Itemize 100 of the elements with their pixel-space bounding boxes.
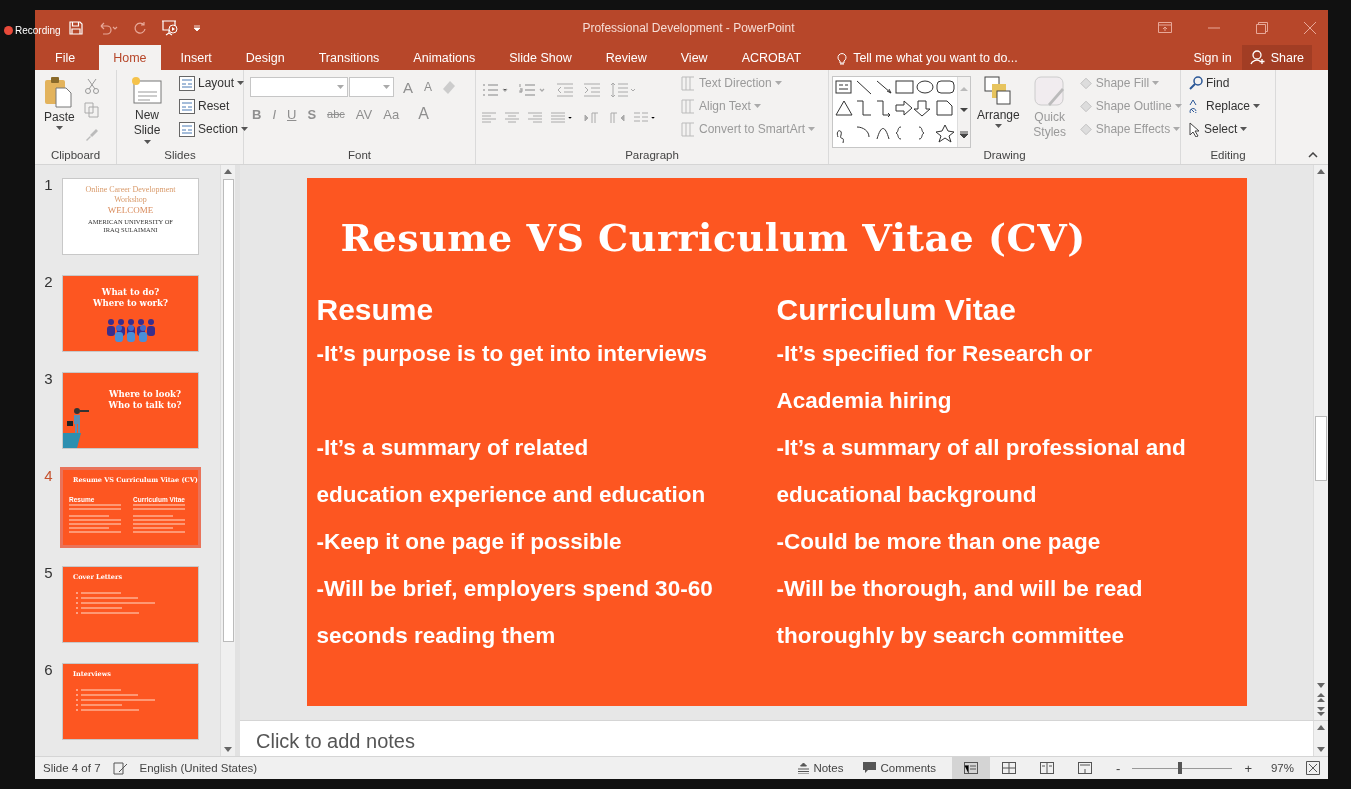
align-center-icon[interactable] — [505, 112, 519, 124]
editing-command-button[interactable]: Find — [1187, 74, 1263, 92]
font-format-button[interactable]: B — [250, 106, 264, 122]
scrollbar-thumb[interactable] — [1315, 416, 1327, 481]
normal-view-icon[interactable] — [952, 757, 991, 779]
editing-command-button[interactable]: Replace — [1187, 97, 1263, 115]
scrollbar-thumb[interactable] — [222, 179, 234, 642]
person-add-icon — [1249, 50, 1266, 65]
scroll-up-icon[interactable] — [1317, 169, 1325, 174]
ribbon-tab[interactable]: Design — [231, 45, 299, 70]
justify-icon[interactable] — [551, 112, 575, 124]
redo-icon[interactable] — [133, 20, 147, 35]
ribbon-tab[interactable]: Transitions — [304, 45, 394, 70]
new-slide-button[interactable]: New Slide — [123, 74, 171, 146]
tell-me-field[interactable]: Tell me what you want to do... — [853, 50, 1114, 65]
new-slide-icon — [131, 76, 163, 106]
font-name-field[interactable] — [250, 77, 348, 97]
scroll-down-icon[interactable] — [224, 747, 232, 752]
bullet-text: -Could be more than one page — [776, 528, 1102, 556]
ribbon-tab[interactable]: Insert — [166, 45, 226, 70]
comments-button[interactable]: Comments — [859, 762, 941, 774]
comment-icon — [863, 762, 877, 774]
slide-thumbnail[interactable]: What to do? Where to work? — [62, 275, 199, 352]
bullets-icon[interactable] — [482, 83, 510, 97]
ribbon-display-icon[interactable] — [1158, 22, 1172, 33]
slide-command-button[interactable]: Layout — [177, 74, 251, 92]
bullet-text: -Will be brief, employers spend 30-60 seconds reading them — [316, 575, 714, 650]
group-label: Paragraph — [624, 149, 680, 163]
decrease-indent-icon[interactable] — [556, 83, 574, 97]
font-format-button[interactable]: A — [416, 105, 431, 123]
scroll-down-icon[interactable] — [960, 108, 968, 114]
copy-icon[interactable] — [83, 102, 100, 118]
share-button[interactable]: Share — [1241, 45, 1312, 70]
fit-to-window-icon[interactable] — [1306, 761, 1320, 775]
cut-icon[interactable] — [83, 78, 100, 94]
align-right-icon[interactable] — [528, 112, 542, 124]
next-slide-icon[interactable] — [1317, 707, 1325, 716]
scroll-up-icon[interactable] — [1317, 725, 1325, 730]
thumbnail-subtitle: WELCOME — [107, 205, 154, 215]
font-format-button[interactable]: AV — [353, 106, 375, 122]
font-format-button[interactable]: I — [270, 106, 278, 122]
columns-icon[interactable] — [634, 112, 658, 124]
increase-indent-icon[interactable] — [583, 83, 601, 97]
restore-icon[interactable] — [1256, 21, 1268, 34]
zoom-in-button[interactable]: + — [1244, 760, 1252, 776]
presentation-icon[interactable] — [161, 19, 179, 36]
language-label[interactable]: English (United States) — [139, 762, 258, 774]
zoom-out-button[interactable]: - — [1116, 760, 1121, 776]
sign-in-link[interactable]: Sign in — [1193, 50, 1232, 65]
line-spacing-icon[interactable] — [610, 82, 638, 98]
right-to-left-icon[interactable] — [609, 112, 625, 124]
shrink-font-button[interactable]: A — [422, 80, 435, 94]
scroll-down-icon[interactable] — [1317, 683, 1325, 688]
slide-number: 1 — [43, 176, 54, 193]
ribbon-tab[interactable]: Animations — [399, 45, 490, 70]
spell-check-icon[interactable] — [112, 761, 128, 775]
save-icon[interactable] — [69, 20, 83, 35]
font-size-field[interactable] — [349, 77, 394, 97]
more-icon[interactable] — [960, 131, 968, 139]
reset-icon — [179, 98, 195, 114]
ribbon-tab[interactable]: View — [666, 45, 722, 70]
notes-button[interactable]: Notes — [794, 762, 848, 774]
caret-icon — [55, 126, 63, 130]
column-heading: Resume — [316, 292, 435, 328]
caret-icon — [237, 81, 245, 85]
left-to-right-icon[interactable] — [584, 112, 600, 124]
ribbon-tab[interactable]: Review — [591, 45, 661, 70]
scroll-down-icon[interactable] — [1317, 747, 1325, 752]
collapse-ribbon-icon[interactable] — [1308, 152, 1318, 158]
grow-font-button[interactable]: A — [401, 78, 415, 96]
notes-field[interactable]: Click to add notes — [240, 721, 1313, 756]
clipboard-icon — [44, 76, 75, 108]
arrange-button[interactable]: Arrange — [974, 74, 1023, 130]
search-icon — [1189, 76, 1203, 90]
caret-icon — [1152, 81, 1160, 85]
editing-command-button[interactable]: Select — [1187, 120, 1263, 138]
slide-number: 3 — [43, 370, 54, 387]
minimize-icon[interactable] — [1208, 26, 1220, 29]
zoom-percentage[interactable]: 97% — [1264, 762, 1294, 774]
align-left-icon[interactable] — [482, 112, 496, 124]
close-icon[interactable] — [1304, 21, 1316, 34]
ribbon-tab[interactable]: File — [35, 45, 94, 70]
zoom-slider-thumb[interactable] — [1178, 762, 1183, 774]
slide-thumbnail[interactable]: Where to look? Who to talk to? — [62, 372, 199, 449]
ribbon-tab[interactable]: Home — [99, 45, 161, 70]
ribbon-tab[interactable]: ACROBAT — [727, 45, 816, 70]
font-format-button[interactable]: abc — [325, 108, 347, 120]
paste-button[interactable]: Paste — [41, 74, 78, 132]
font-format-button[interactable]: Aa — [381, 106, 402, 122]
font-format-button[interactable]: S — [305, 106, 319, 122]
previous-slide-icon[interactable] — [1317, 693, 1325, 702]
numbering-icon[interactable] — [519, 83, 547, 97]
scroll-up-icon[interactable] — [224, 169, 232, 174]
font-format-button[interactable]: U — [285, 106, 299, 122]
ribbon-tab[interactable]: Slide Show — [495, 45, 586, 70]
slide-command-button[interactable]: Reset — [177, 97, 251, 115]
slide-command-button[interactable]: Section — [177, 120, 251, 138]
customize-caret-icon[interactable] — [193, 23, 201, 32]
caret-icon — [1253, 104, 1261, 108]
zoom-slider[interactable] — [1132, 761, 1233, 775]
